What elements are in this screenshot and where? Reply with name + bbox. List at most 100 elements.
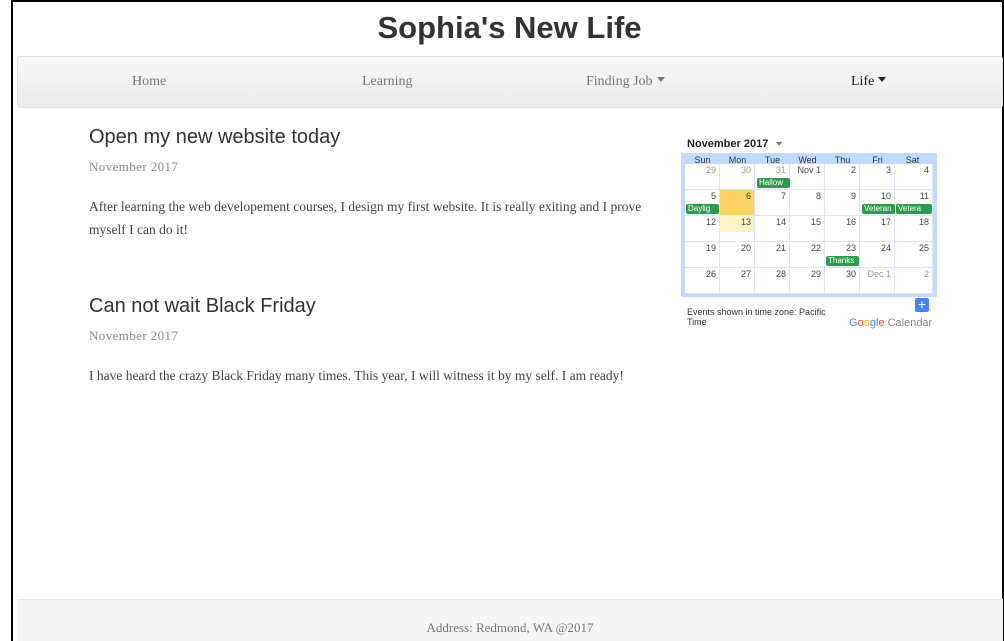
post-title: Open my new website today bbox=[89, 126, 341, 148]
caret-down-icon bbox=[656, 77, 665, 83]
calendar-day-today[interactable]: 6 bbox=[720, 190, 755, 216]
day-number: 2 bbox=[923, 269, 929, 279]
day-number: 2 bbox=[850, 165, 856, 175]
nav-finding-job-label: Finding Job bbox=[586, 74, 653, 89]
google-calendar-widget: November 2017 Sun Mon Tue Wed Thu Fri Sa… bbox=[681, 135, 937, 357]
calendar-day[interactable]: 27 bbox=[720, 268, 755, 294]
main-navbar: Home Learning Finding Job Life bbox=[17, 56, 1003, 108]
calendar-day[interactable]: 30 bbox=[825, 268, 860, 294]
day-number: 29 bbox=[810, 269, 821, 279]
post-black-friday: Can not wait Black Friday November 2017 … bbox=[89, 295, 649, 387]
post-website: Open my new website today November 2017 … bbox=[89, 126, 649, 241]
day-number: 12 bbox=[705, 217, 716, 227]
calendar-day[interactable]: 21 bbox=[755, 242, 790, 268]
post-date: November 2017 bbox=[89, 328, 179, 343]
day-number: 23 bbox=[845, 243, 856, 253]
nav-finding-job[interactable]: Finding Job bbox=[586, 74, 665, 90]
day-number: 30 bbox=[740, 165, 751, 175]
day-number: 22 bbox=[810, 243, 821, 253]
calendar-day[interactable]: 18 bbox=[895, 216, 933, 242]
day-number: 18 bbox=[918, 217, 929, 227]
calendar-day[interactable]: Nov 1 bbox=[790, 164, 825, 190]
calendar-grid: 29 30 31 Nov 1 2 3 4 5 6 7 8 9 10 11 12 … bbox=[685, 164, 933, 294]
day-number: 14 bbox=[775, 217, 786, 227]
calendar-footer: Events shown in time zone: Pacific Time … bbox=[681, 297, 937, 357]
day-number: 24 bbox=[880, 243, 891, 253]
browser-viewport: Sophia's New Life Home Learning Finding … bbox=[11, 0, 1004, 641]
calendar-day[interactable]: 9 bbox=[825, 190, 860, 216]
calendar-day[interactable]: 4 bbox=[895, 164, 933, 190]
event-halloween[interactable]: Hallow bbox=[757, 178, 790, 188]
footer-address: Address: Redmond, WA @2017 bbox=[426, 620, 594, 635]
google-calendar-logo[interactable]: Google Calendar bbox=[849, 317, 932, 329]
day-number: 3 bbox=[885, 165, 891, 175]
calendar-day[interactable]: 15 bbox=[790, 216, 825, 242]
calendar-day[interactable]: 2 bbox=[825, 164, 860, 190]
day-number: 4 bbox=[923, 165, 929, 175]
day-number: 21 bbox=[775, 243, 786, 253]
day-number: 13 bbox=[740, 217, 751, 227]
event-daylight-saving[interactable]: Daylig bbox=[686, 204, 719, 214]
calendar-day[interactable]: 17 bbox=[860, 216, 895, 242]
day-number: 15 bbox=[810, 217, 821, 227]
calendar-day[interactable]: 8 bbox=[790, 190, 825, 216]
day-number: 7 bbox=[780, 191, 786, 201]
event-veterans-day-observed[interactable]: Vetera bbox=[896, 204, 932, 214]
day-number: 26 bbox=[705, 269, 716, 279]
calendar-day[interactable]: Dec 1 bbox=[860, 268, 895, 294]
nav-life[interactable]: Life bbox=[851, 74, 887, 90]
calendar-day[interactable]: 20 bbox=[720, 242, 755, 268]
calendar-day[interactable]: 29 bbox=[685, 164, 720, 190]
calendar-day[interactable]: 14 bbox=[755, 216, 790, 242]
day-number: 11 bbox=[919, 191, 929, 201]
page-footer: Address: Redmond, WA @2017 bbox=[17, 599, 1003, 641]
calendar-day[interactable]: 30 bbox=[720, 164, 755, 190]
nav-learning[interactable]: Learning bbox=[362, 74, 413, 90]
post-body: I have heard the crazy Black Friday many… bbox=[89, 368, 624, 383]
site-title: Sophia's New Life bbox=[377, 10, 642, 45]
day-number: 25 bbox=[918, 243, 929, 253]
calendar-day[interactable]: 3 bbox=[860, 164, 895, 190]
calendar-day[interactable]: 12 bbox=[685, 216, 720, 242]
calendar-month-label: November 2017 bbox=[687, 138, 769, 150]
calendar-day[interactable]: 19 bbox=[685, 242, 720, 268]
day-number: 29 bbox=[705, 165, 716, 175]
calendar-day[interactable]: 25 bbox=[895, 242, 933, 268]
calendar-day[interactable]: 28 bbox=[755, 268, 790, 294]
day-number: 6 bbox=[745, 191, 751, 201]
timezone-note: Events shown in time zone: Pacific Time bbox=[687, 307, 826, 327]
post-title: Can not wait Black Friday bbox=[89, 295, 316, 317]
caret-down-icon bbox=[878, 77, 887, 83]
calendar-day[interactable]: 16 bbox=[825, 216, 860, 242]
day-number: 5 bbox=[710, 191, 716, 201]
calendar-day[interactable]: 24 bbox=[860, 242, 895, 268]
logo-letter: G bbox=[849, 317, 858, 329]
calendar-day[interactable]: 26 bbox=[685, 268, 720, 294]
event-veterans-day[interactable]: Veteran bbox=[862, 204, 895, 214]
day-number: 10 bbox=[880, 191, 891, 201]
calendar-day[interactable]: 22 bbox=[790, 242, 825, 268]
day-number: Nov 1 bbox=[797, 165, 821, 175]
calendar-month-selector[interactable]: November 2017 bbox=[681, 135, 937, 153]
calendar-day[interactable]: 7 bbox=[755, 190, 790, 216]
day-number: 31 bbox=[775, 165, 786, 175]
nav-life-label: Life bbox=[851, 74, 875, 89]
day-number: Dec 1 bbox=[867, 269, 891, 279]
calendar-day[interactable]: 29 bbox=[790, 268, 825, 294]
day-number: 17 bbox=[880, 217, 891, 227]
nav-home[interactable]: Home bbox=[132, 74, 166, 90]
add-to-calendar-button[interactable]: + bbox=[915, 297, 929, 312]
event-thanksgiving[interactable]: Thanks bbox=[826, 256, 859, 266]
post-date: November 2017 bbox=[89, 159, 179, 174]
logo-word: Calendar bbox=[884, 317, 933, 329]
day-number: 28 bbox=[775, 269, 786, 279]
day-number: 8 bbox=[815, 191, 821, 201]
calendar-day[interactable]: 13 bbox=[720, 216, 755, 242]
day-number: 9 bbox=[850, 191, 856, 201]
day-number: 27 bbox=[740, 269, 751, 279]
day-number: 30 bbox=[845, 269, 856, 279]
day-number: 19 bbox=[705, 243, 716, 253]
dropdown-arrow-icon bbox=[776, 142, 783, 147]
post-body: After learning the web developement cour… bbox=[89, 199, 642, 237]
calendar-day[interactable]: 2 bbox=[895, 268, 933, 294]
